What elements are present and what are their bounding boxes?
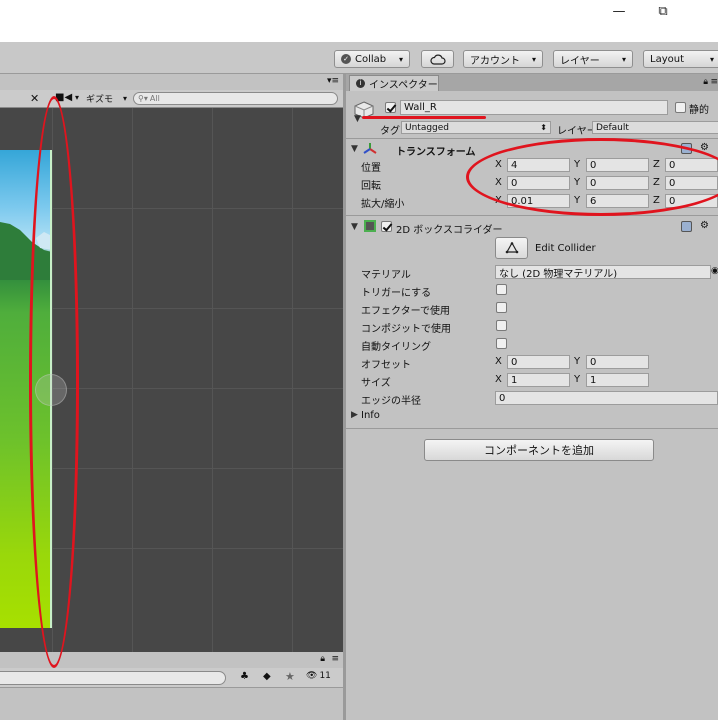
panel-menu-icon[interactable]: ≡ [331, 654, 339, 664]
bottom-panel-body [0, 688, 343, 720]
static-checkbox[interactable] [675, 102, 686, 113]
scene-search-input[interactable]: ⚲▾ All [133, 92, 338, 105]
offset-x-field[interactable]: 0 [507, 355, 570, 369]
account-dropdown[interactable]: アカウント ▾ [463, 50, 543, 68]
foldout-arrow-icon[interactable]: ▼ [351, 144, 358, 154]
offset-label: オフセット [361, 360, 411, 371]
rotation-label: 回転 [361, 181, 381, 192]
tag-label: タグ [380, 126, 400, 137]
edit-collider-icon [505, 242, 518, 254]
size-x-field[interactable]: 1 [507, 373, 570, 387]
collab-button[interactable]: ✓ Collab ▾ [334, 50, 410, 68]
camera-dropdown-icon[interactable]: ▾ [75, 93, 79, 102]
bottom-panel-toolbar: ♣ ◆ ★ 👁︎ 11 [0, 668, 343, 688]
edit-collider-button[interactable] [495, 237, 528, 259]
grid-line [132, 108, 133, 652]
grid-line [292, 108, 293, 652]
search-icon: ⚲▾ [138, 94, 148, 103]
settings-gear-icon[interactable]: ⚙ [700, 220, 709, 231]
layer-dropdown[interactable]: Default [592, 121, 718, 134]
box-collider-title: 2D ボックスコライダー [396, 225, 503, 236]
restore-icon[interactable]: ⧉ [640, 0, 686, 22]
size-label: サイズ [361, 378, 391, 389]
tab-inspector[interactable]: i インスペクター [349, 75, 439, 91]
favorite-star-icon[interactable]: ★ [285, 670, 295, 683]
inspector-tabbar: i インスペクター 🔒︎ ≡ [346, 74, 718, 91]
dropdown-arrow-icon: ▾ [709, 54, 714, 64]
transform-icon [363, 143, 377, 154]
scene-tab-header: ▾≡ [0, 74, 343, 90]
lock-icon[interactable]: 🔒︎ [703, 77, 708, 87]
lock-icon[interactable]: 🔒︎ [320, 654, 325, 664]
offset-x-label[interactable]: X [495, 356, 502, 367]
material-label: マテリアル [361, 270, 411, 281]
size-y-label[interactable]: Y [574, 374, 580, 385]
scale-label: 拡大/縮小 [361, 199, 405, 210]
box-collider-enabled-checkbox[interactable] [381, 221, 392, 232]
used-by-composite-label: コンポジットで使用 [361, 324, 451, 335]
size-y-field[interactable]: 1 [586, 373, 649, 387]
transform-title: トランスフォーム [396, 147, 476, 158]
label-tag-icon[interactable]: ◆ [263, 671, 271, 682]
separator [346, 215, 718, 216]
object-name-field[interactable]: Wall_R [400, 100, 668, 115]
auto-tiling-label: 自動タイリング [361, 342, 431, 353]
offset-y-label[interactable]: Y [574, 356, 580, 367]
help-book-icon[interactable] [681, 221, 692, 232]
size-x-label[interactable]: X [495, 374, 502, 385]
used-by-effector-checkbox[interactable] [496, 302, 507, 313]
object-picker-icon[interactable]: ◉ [711, 266, 718, 276]
cloud-button[interactable] [421, 50, 454, 68]
minimize-icon[interactable]: — [596, 0, 642, 22]
dropdown-arrow-icon: ▾ [123, 94, 128, 103]
info-icon: i [356, 79, 365, 88]
auto-tiling-checkbox[interactable] [496, 338, 507, 349]
project-search-input[interactable] [0, 671, 226, 685]
window-titlebar: — ⧉ [0, 0, 718, 42]
separator [346, 138, 718, 139]
edit-collider-label[interactable]: Edit Collider [535, 243, 596, 254]
tag-dropdown[interactable]: Untagged ⬍ [401, 121, 551, 134]
eye-slash-icon: 👁︎ [306, 671, 318, 681]
dropdown-arrow-icon: ▾ [621, 54, 626, 64]
layers-dropdown[interactable]: レイヤー ▾ [553, 50, 633, 68]
grid-line [212, 108, 213, 652]
info-foldout-arrow-icon[interactable]: ▶ [351, 410, 358, 420]
layer-label: レイヤー [557, 126, 597, 137]
annotation-underline-name [362, 116, 486, 119]
is-trigger-label: トリガーにする [361, 288, 432, 299]
offset-y-field[interactable]: 0 [586, 355, 649, 369]
annotation-ellipse-transform [466, 138, 718, 216]
position-label: 位置 [361, 163, 381, 174]
hidden-count-badge[interactable]: 👁︎ 11 [306, 671, 331, 681]
icon-dropdown-arrow-icon[interactable]: ▼ [354, 114, 361, 124]
material-field[interactable]: なし (2D 物理マテリアル) [495, 265, 711, 279]
dropdown-arrow-icon: ⬍ [540, 123, 547, 132]
info-foldout-label[interactable]: Info [361, 410, 380, 421]
cloud-icon [429, 54, 446, 65]
panel-menu-icon[interactable]: ▾≡ [327, 76, 339, 86]
tools-icon[interactable]: ✕ [30, 92, 39, 105]
box-collider-icon [364, 220, 376, 232]
edge-radius-label: エッジの半径 [361, 396, 421, 407]
check-circle-icon: ✓ [341, 54, 351, 64]
static-label: 静的 [689, 105, 709, 116]
layout-dropdown[interactable]: Layout ▾ [643, 50, 718, 68]
panel-menu-icon[interactable]: ≡ [710, 77, 718, 87]
add-component-button[interactable]: コンポーネントを追加 [424, 439, 654, 461]
is-trigger-checkbox[interactable] [496, 284, 507, 295]
active-checkbox[interactable] [385, 102, 396, 113]
main-toolbar: ✓ Collab ▾ アカウント ▾ レイヤー ▾ Layout ▾ [0, 42, 718, 74]
annotation-ellipse-scene [29, 96, 79, 668]
dropdown-arrow-icon: ▾ [531, 54, 536, 64]
gizmos-dropdown[interactable]: ギズモ ▾ [86, 92, 127, 105]
separator [346, 428, 718, 429]
filter-type-icon[interactable]: ♣ [240, 671, 249, 682]
edge-radius-field[interactable]: 0 [495, 391, 718, 405]
used-by-composite-checkbox[interactable] [496, 320, 507, 331]
foldout-arrow-icon[interactable]: ▼ [351, 222, 358, 232]
used-by-effector-label: エフェクターで使用 [361, 306, 450, 317]
dropdown-arrow-icon: ▾ [398, 54, 403, 64]
